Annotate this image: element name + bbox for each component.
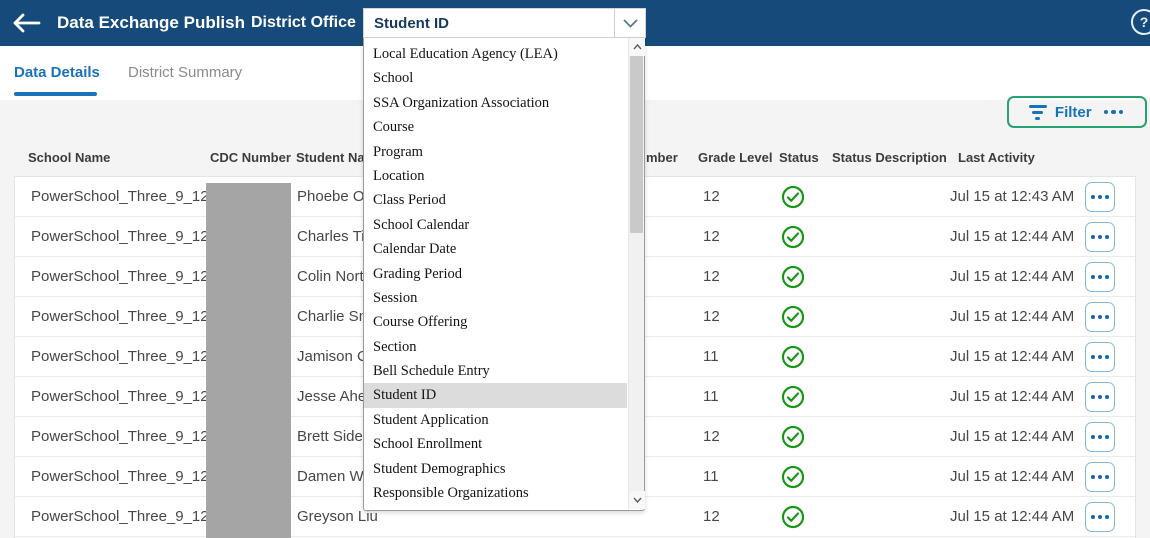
column-header-grade-level: Grade Level <box>698 150 772 165</box>
last-activity-cell: Jul 15 at 12:44 AM <box>950 497 1074 537</box>
grade-level-cell: 12 <box>703 217 720 257</box>
student-name-cell: Phoebe Oa <box>297 177 373 217</box>
row-actions-button[interactable] <box>1085 422 1115 452</box>
dropdown-item-ssa-organization-association[interactable]: SSA Organization Association <box>364 91 627 115</box>
dropdown-item-program[interactable]: Program <box>364 140 627 164</box>
grade-level-cell: 12 <box>703 417 720 457</box>
last-activity-cell: Jul 15 at 12:44 AM <box>950 377 1074 417</box>
last-activity-cell: Jul 15 at 12:43 AM <box>950 177 1074 217</box>
student-name-cell: Charles Tic <box>297 217 372 257</box>
student-name-cell: Brett Sides <box>297 417 370 457</box>
tab-district-summary[interactable]: District Summary <box>128 64 242 81</box>
dropdown-item-calendar-date[interactable]: Calendar Date <box>364 237 627 261</box>
row-actions-button[interactable] <box>1085 302 1115 332</box>
row-actions-button[interactable] <box>1085 342 1115 372</box>
dropdown-item-session[interactable]: Session <box>364 286 627 310</box>
filter-button[interactable]: Filter <box>1029 104 1092 121</box>
dropdown-item-school[interactable]: School <box>364 66 627 90</box>
student-name-cell: Charlie Sm <box>297 297 371 337</box>
grade-level-cell: 12 <box>703 497 720 537</box>
dropdown-item-responsible-organizations[interactable]: Responsible Organizations <box>364 481 627 505</box>
app-screen: Data Exchange Publish District Office St… <box>0 0 1150 538</box>
dropdown-item-section[interactable]: Section <box>364 335 627 359</box>
last-activity-cell: Jul 15 at 12:44 AM <box>950 297 1074 337</box>
school-name-cell: PowerSchool_Three_9_12 <box>31 297 209 337</box>
dropdown-item-bell-schedule-entry[interactable]: Bell Schedule Entry <box>364 359 627 383</box>
tab-data-details[interactable]: Data Details <box>14 64 100 81</box>
dropdown-item-location[interactable]: Location <box>364 164 627 188</box>
school-name-cell: PowerSchool_Three_9_12 <box>31 337 209 377</box>
grade-level-cell: 12 <box>703 257 720 297</box>
student-name-cell: Damen We <box>297 457 372 497</box>
column-header-number-partial: mber <box>646 150 678 165</box>
last-activity-cell: Jul 15 at 12:44 AM <box>950 417 1074 457</box>
row-actions-button[interactable] <box>1085 222 1115 252</box>
last-activity-cell: Jul 15 at 12:44 AM <box>950 337 1074 377</box>
grade-level-cell: 11 <box>703 337 719 377</box>
help-icon[interactable]: ? <box>1131 9 1150 35</box>
chevron-down-icon <box>614 9 645 37</box>
school-name-cell: PowerSchool_Three_9_12 <box>31 417 209 457</box>
school-name-cell: PowerSchool_Three_9_12 <box>31 177 209 217</box>
row-actions-button[interactable] <box>1085 382 1115 412</box>
school-name-cell: PowerSchool_Three_9_12 <box>31 377 209 417</box>
row-actions-button[interactable] <box>1085 502 1115 532</box>
school-name-cell: PowerSchool_Three_9_12 <box>31 257 209 297</box>
filter-highlight-outline: Filter <box>1007 96 1147 128</box>
more-options-button[interactable] <box>1102 108 1126 117</box>
filter-icon <box>1029 105 1047 120</box>
dropdown-item-student-id-selected[interactable]: Student ID <box>364 383 627 407</box>
column-header-status-description: Status Description <box>832 150 947 165</box>
active-tab-underline <box>14 92 97 96</box>
row-actions-button[interactable] <box>1085 262 1115 292</box>
cdc-number-redacted-block <box>206 503 291 538</box>
district-office-label: District Office <box>251 0 356 46</box>
column-header-last-activity: Last Activity <box>958 150 1035 165</box>
dropdown-item-course[interactable]: Course <box>364 115 627 139</box>
page-title: Data Exchange Publish <box>57 0 245 46</box>
school-name-cell: PowerSchool_Three_9_12 <box>31 497 209 537</box>
dropdown-item-course-offering[interactable]: Course Offering <box>364 310 627 334</box>
scrollbar-thumb[interactable] <box>630 56 643 233</box>
entity-select-value: Student ID <box>364 15 614 32</box>
filter-label: Filter <box>1055 104 1092 121</box>
entity-dropdown-panel: Local Education Agency (LEA) School SSA … <box>363 38 645 511</box>
entity-dropdown-list: Local Education Agency (LEA) School SSA … <box>364 42 627 505</box>
dropdown-item-school-calendar[interactable]: School Calendar <box>364 213 627 237</box>
dropdown-item-grading-period[interactable]: Grading Period <box>364 262 627 286</box>
school-name-cell: PowerSchool_Three_9_12 <box>31 457 209 497</box>
grade-level-cell: 11 <box>703 457 719 497</box>
dropdown-item-lea[interactable]: Local Education Agency (LEA) <box>364 42 627 66</box>
dropdown-item-school-enrollment[interactable]: School Enrollment <box>364 432 627 456</box>
scroll-down-icon[interactable] <box>629 491 645 509</box>
column-header-status: Status <box>779 150 819 165</box>
column-header-cdc-number: CDC Number <box>210 150 291 165</box>
entity-select[interactable]: Student ID <box>363 8 646 38</box>
row-actions-button[interactable] <box>1085 182 1115 212</box>
status-success-icon <box>781 505 805 538</box>
grade-level-cell: 11 <box>703 377 719 417</box>
last-activity-cell: Jul 15 at 12:44 AM <box>950 257 1074 297</box>
school-name-cell: PowerSchool_Three_9_12 <box>31 217 209 257</box>
dropdown-item-student-demographics[interactable]: Student Demographics <box>364 457 627 481</box>
back-arrow-icon[interactable] <box>12 13 42 35</box>
grade-level-cell: 12 <box>703 177 720 217</box>
column-header-school-name: School Name <box>28 150 110 165</box>
row-actions-button[interactable] <box>1085 462 1115 492</box>
grade-level-cell: 12 <box>703 297 720 337</box>
last-activity-cell: Jul 15 at 12:44 AM <box>950 217 1074 257</box>
last-activity-cell: Jul 15 at 12:44 AM <box>950 457 1074 497</box>
dropdown-item-student-application[interactable]: Student Application <box>364 408 627 432</box>
dropdown-item-class-period[interactable]: Class Period <box>364 188 627 212</box>
dropdown-scrollbar[interactable] <box>628 38 644 509</box>
student-name-cell: Colin North <box>297 257 372 297</box>
scroll-up-icon[interactable] <box>629 38 645 56</box>
